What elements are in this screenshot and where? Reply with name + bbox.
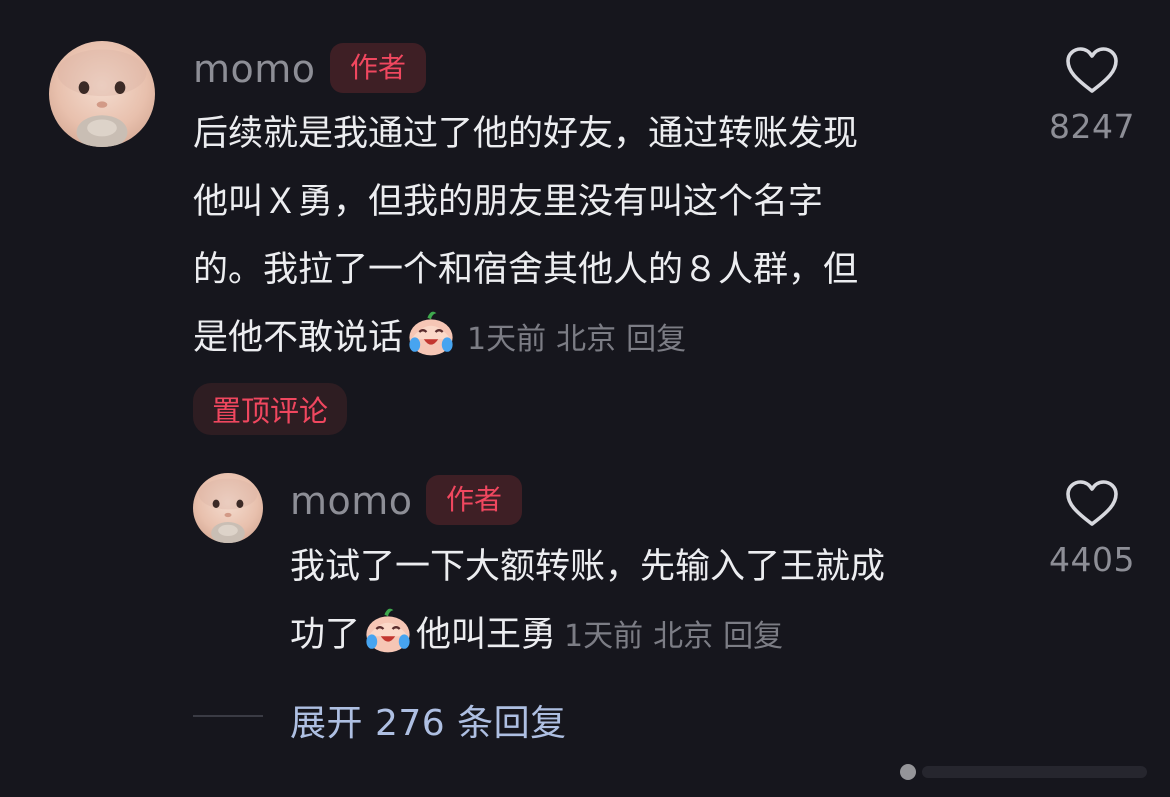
reply-line: 我试了一下大额转账，先输入了王就成 bbox=[290, 547, 886, 587]
reply-time: 1天前 bbox=[564, 619, 644, 654]
reply-text: 我试了一下大额转账，先输入了王就成 功了 他叫王勇 1天前 北京 回复 bbox=[290, 533, 1020, 671]
reply-like-count: 4405 bbox=[1049, 540, 1135, 579]
reply-meta: 1天前 北京 回复 bbox=[564, 619, 793, 654]
crying-laughing-emoji bbox=[409, 311, 453, 356]
comment-text: 后续就是我通过了他的好友，通过转账发现 他叫Ｘ勇，但我的朋友里没有叫这个名字 的… bbox=[193, 100, 1013, 374]
crying-laughing-emoji bbox=[366, 608, 410, 653]
expand-replies-button[interactable]: 展开 276 条回复 bbox=[290, 694, 567, 746]
reply-username[interactable]: momo bbox=[290, 482, 413, 520]
comment-line: 的。我拉了一个和宿舍其他人的８人群，但 bbox=[193, 250, 859, 290]
comment-line: 是他不敢说话 bbox=[193, 318, 404, 358]
heart-icon bbox=[1066, 47, 1118, 93]
reply-line-start: 功了 bbox=[290, 615, 361, 655]
author-badge: 作者 bbox=[330, 43, 426, 93]
comment-location: 北京 bbox=[556, 322, 617, 357]
username[interactable]: momo bbox=[193, 50, 316, 88]
avatar[interactable] bbox=[49, 41, 155, 147]
reply-author-badge: 作者 bbox=[426, 475, 522, 525]
reply-like-button[interactable]: 4405 bbox=[1047, 478, 1137, 579]
comment-line: 他叫Ｘ勇，但我的朋友里没有叫这个名字 bbox=[193, 182, 824, 222]
comment-meta: 1天前 北京 回复 bbox=[467, 322, 696, 357]
reply-avatar[interactable] bbox=[193, 473, 263, 543]
comment-last-line: 是他不敢说话 1天前 北京 回复 bbox=[193, 304, 1013, 374]
reply-button[interactable]: 回复 bbox=[626, 322, 686, 357]
reply-last-line: 功了 他叫王勇 1天前 北京 回复 bbox=[290, 601, 1020, 671]
reply-reply-button[interactable]: 回复 bbox=[723, 619, 783, 654]
like-count: 8247 bbox=[1049, 107, 1135, 146]
pinned-comment-badge: 置顶评论 bbox=[193, 383, 347, 435]
watermark bbox=[900, 764, 1147, 780]
reply-line-end: 他叫王勇 bbox=[416, 615, 557, 655]
heart-icon bbox=[1066, 480, 1118, 526]
comment-time: 1天前 bbox=[467, 322, 547, 357]
like-button[interactable]: 8247 bbox=[1047, 45, 1137, 146]
reply-location: 北京 bbox=[653, 619, 714, 654]
divider bbox=[193, 715, 263, 717]
comment-line: 后续就是我通过了他的好友，通过转账发现 bbox=[193, 114, 859, 154]
